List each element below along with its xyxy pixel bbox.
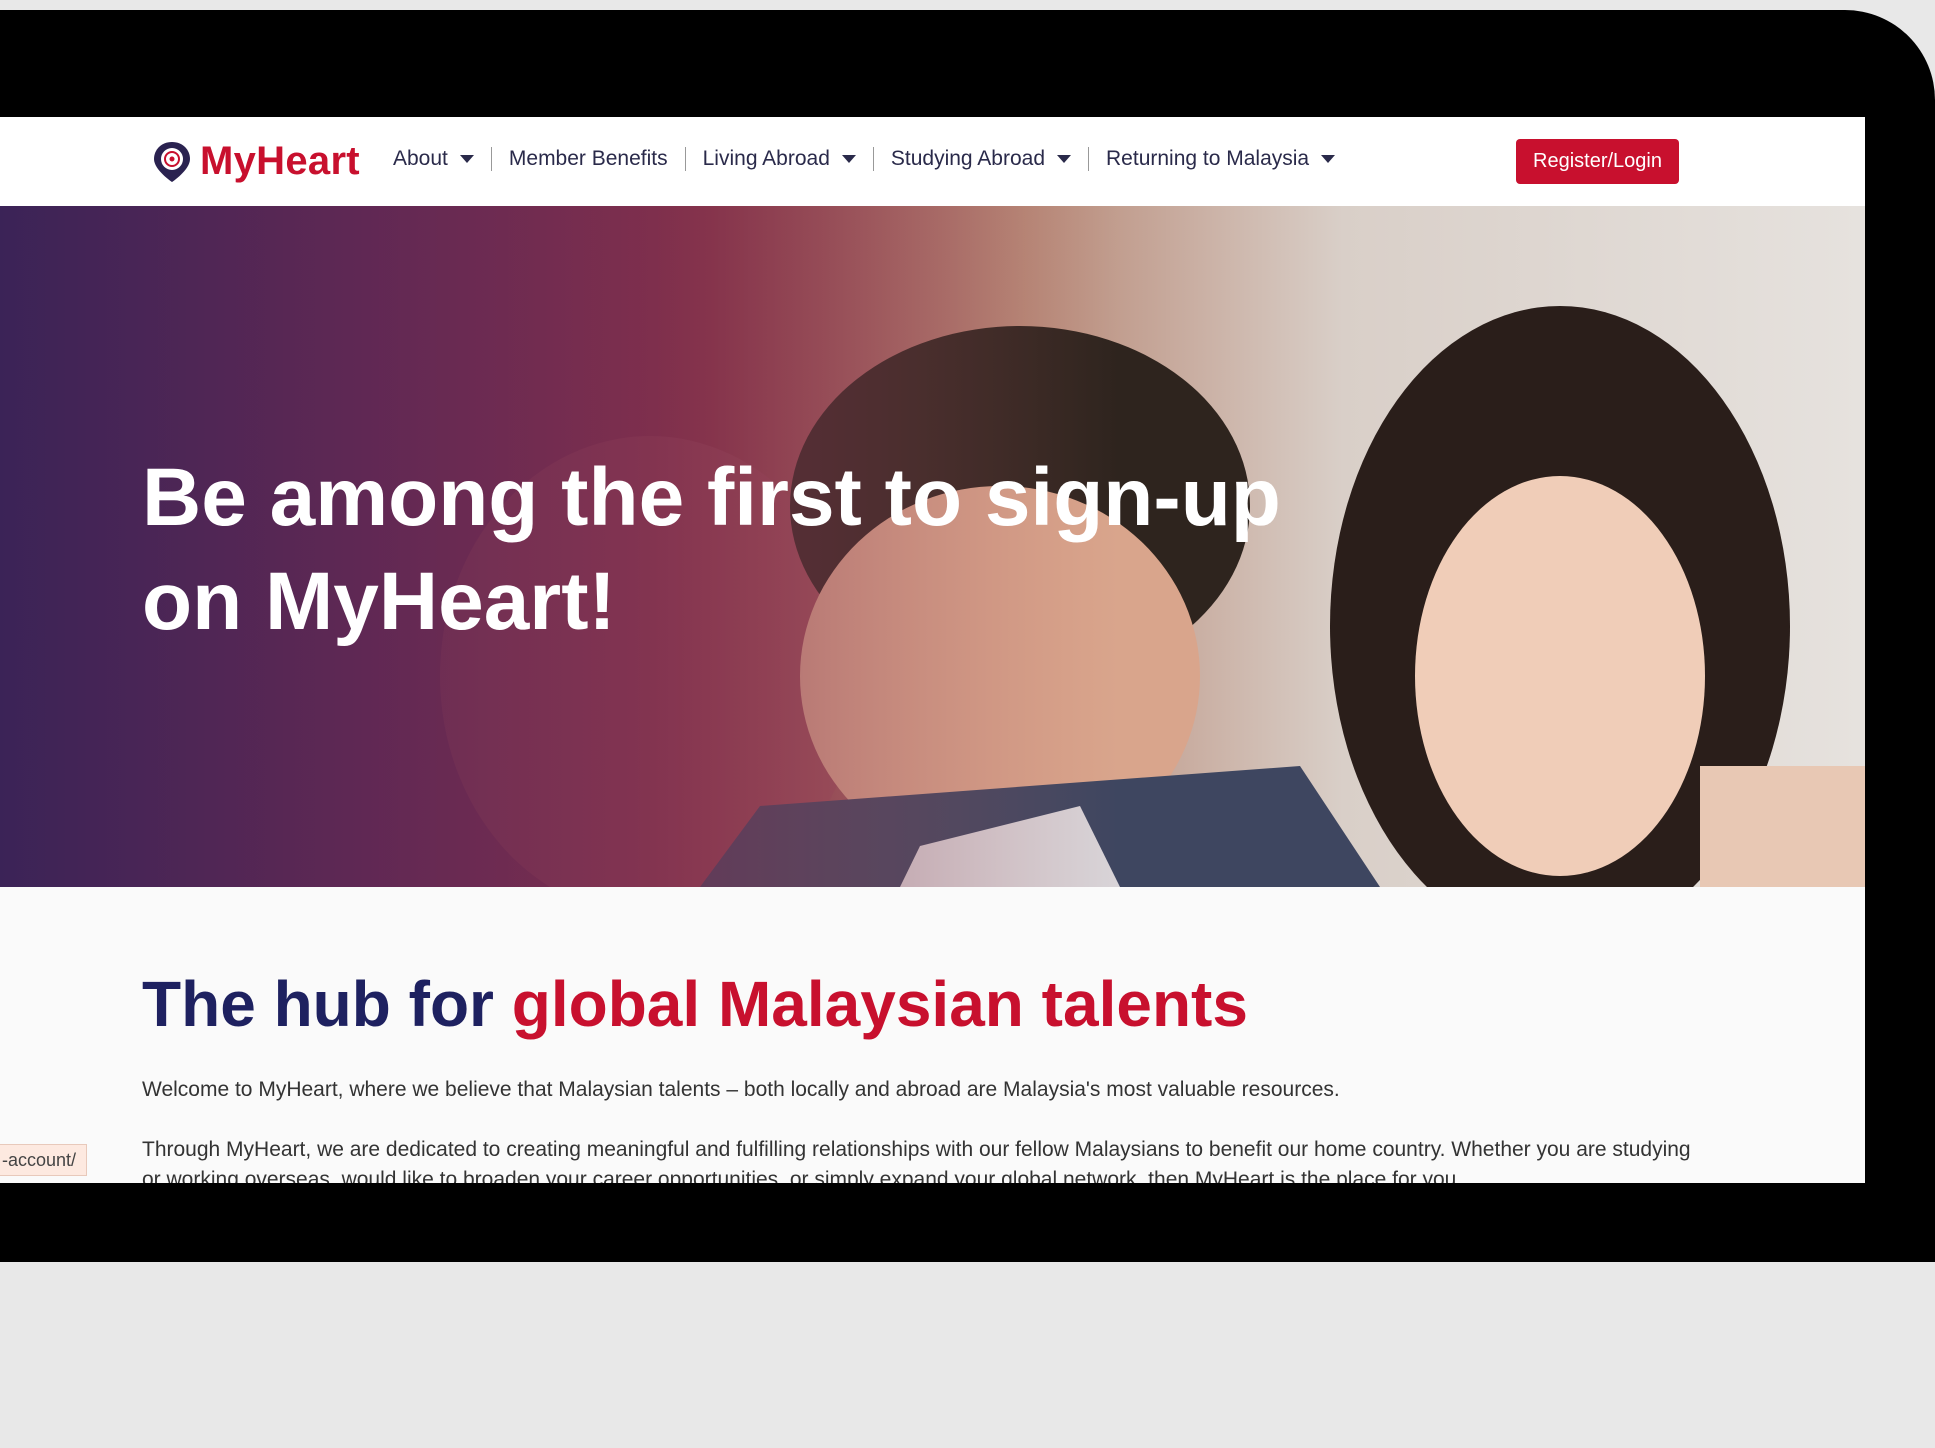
status-url-tooltip: -account/: [0, 1144, 88, 1176]
nav-item-living-abroad[interactable]: Living Abroad: [703, 147, 856, 171]
intro-paragraph: Welcome to MyHeart, where we believe tha…: [142, 1078, 1340, 1101]
nav-item-returning-to-malaysia[interactable]: Returning to Malaysia: [1106, 147, 1336, 171]
nav-label: Living Abroad: [702, 147, 830, 170]
device-frame: MyHeart About Member Benefits Living Abr…: [0, 10, 1935, 1262]
heading-part-navy: The hub for: [142, 968, 512, 1040]
nav-label: About: [393, 147, 448, 170]
nav-divider: [490, 147, 492, 171]
nav-divider: [684, 147, 686, 171]
caret-down-icon: [841, 155, 856, 163]
nav-divider: [872, 147, 874, 171]
myheart-logo[interactable]: MyHeart: [152, 139, 360, 184]
section-heading: The hub for global Malaysian talents: [142, 967, 1248, 1041]
nav-menu: About Member Benefits Living Abroad Stud…: [393, 147, 1336, 171]
heading-part-red: global Malaysian talents: [511, 968, 1248, 1040]
nav-label: Member Benefits: [508, 147, 668, 170]
nav-divider: [1088, 147, 1090, 171]
caret-down-icon: [459, 155, 474, 163]
register-login-button[interactable]: Register/Login: [1516, 139, 1679, 184]
hero-title: Be among the first to sign-up on MyHeart…: [142, 452, 1281, 647]
nav-label: Returning to Malaysia: [1106, 147, 1310, 170]
logo-text: MyHeart: [200, 139, 360, 183]
nav-label: Studying Abroad: [890, 147, 1046, 170]
nav-item-member-benefits[interactable]: Member Benefits: [509, 147, 668, 171]
top-navigation: MyHeart About Member Benefits Living Abr…: [0, 117, 1865, 206]
heart-pin-logo-icon: [154, 141, 190, 182]
caret-down-icon: [1321, 155, 1336, 163]
body-paragraph: Through MyHeart, we are dedicated to cre…: [142, 1138, 1691, 1183]
nav-item-studying-abroad[interactable]: Studying Abroad: [890, 147, 1072, 171]
caret-down-icon: [1057, 155, 1072, 163]
hero-banner: Be among the first to sign-up on MyHeart…: [0, 206, 1865, 887]
browser-viewport: MyHeart About Member Benefits Living Abr…: [0, 117, 1865, 1183]
nav-item-about[interactable]: About: [393, 147, 474, 171]
